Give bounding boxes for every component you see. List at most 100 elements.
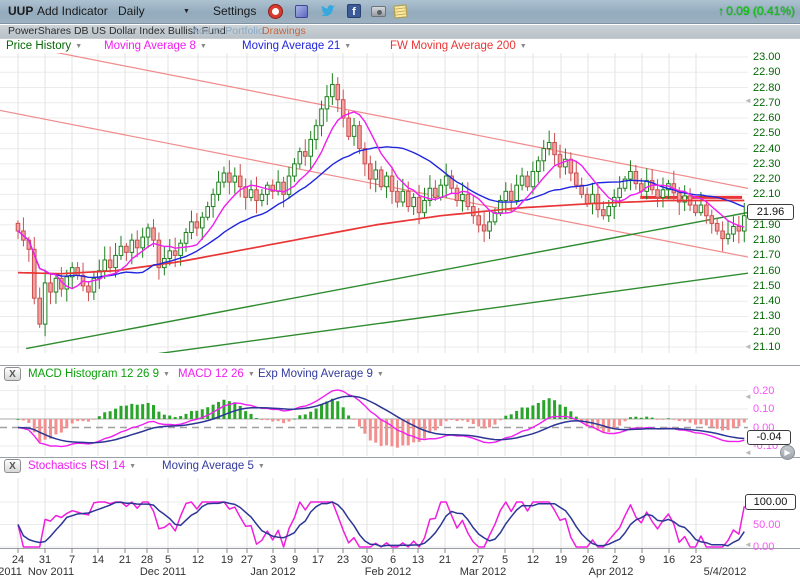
chevron-down-icon: ▼: [377, 371, 384, 378]
price-axis-tick: 22.10: [753, 188, 781, 200]
macd-panel-header: X MACD Histogram 12 26 9▼ MACD 12 26▼ Ex…: [0, 367, 748, 384]
macd-histogram: [17, 398, 746, 447]
close-stoch-panel-button[interactable]: X: [4, 459, 21, 473]
change-value: 0.09 (0.41%): [726, 4, 795, 18]
date-month-tick: Nov 2011: [23, 566, 79, 578]
date-day-tick: 31: [34, 554, 56, 566]
macd-axis-marker-icon[interactable]: ◄: [744, 392, 752, 401]
ma8-dropdown[interactable]: Moving Average 8▼: [104, 40, 207, 52]
main-axis-marker-icon[interactable]: ◄: [744, 342, 752, 351]
timeframe-dropdown[interactable]: Daily: [118, 4, 145, 18]
price-axis-tick: 22.90: [753, 66, 781, 78]
price-axis-tick: 21.40: [753, 295, 781, 307]
date-day-tick: 13: [407, 554, 429, 566]
date-day-tick: 12: [522, 554, 544, 566]
price-axis-tick: 22.30: [753, 158, 781, 170]
stoch-rsi-dropdown[interactable]: Stochastics RSI 14▼: [28, 460, 136, 472]
chevron-down-icon: ▼: [163, 371, 170, 378]
stoch-panel-header: X Stochastics RSI 14▼ Moving Average 5▼: [0, 459, 748, 477]
drawings-menu[interactable]: Drawings: [262, 25, 306, 37]
macd-ema-dropdown[interactable]: Exp Moving Average 9▼: [258, 368, 384, 380]
date-month-tick: Feb 2012: [360, 566, 416, 578]
close-macd-panel-button[interactable]: X: [4, 367, 21, 381]
main-toolbar: UUP Add Indicator Daily ▼ Settings f ↑0.…: [0, 0, 800, 24]
price-axis-tick: 21.80: [753, 234, 781, 246]
settings-button[interactable]: Settings: [213, 4, 256, 18]
date-day-tick: 21: [114, 554, 136, 566]
date-day-tick: 27: [236, 554, 258, 566]
camera-lens: [377, 10, 382, 15]
current-stoch-box: 100.00: [745, 494, 796, 510]
date-day-tick: 6: [382, 554, 404, 566]
date-day-tick: 17: [307, 554, 329, 566]
price-axis-tick: 22.50: [753, 127, 781, 139]
sticky-note-icon[interactable]: [393, 4, 407, 18]
date-day-tick: 2: [604, 554, 626, 566]
date-month-tick: Dec 2011: [135, 566, 191, 578]
chevron-down-icon[interactable]: ▼: [183, 8, 190, 15]
chevron-down-icon: ▼: [344, 43, 351, 50]
price-change-readout: ↑0.09 (0.41%): [718, 4, 795, 18]
camera-icon[interactable]: [371, 6, 386, 17]
date-month-tick: Mar 2012: [455, 566, 511, 578]
price-axis-tick: 22.40: [753, 143, 781, 155]
price-axis-tick: 21.20: [753, 326, 781, 338]
date-day-tick: 9: [631, 554, 653, 566]
date-day-tick: 24: [7, 554, 29, 566]
macd-axis-tick: 0.10: [753, 403, 774, 415]
date-day-tick: 5: [494, 554, 516, 566]
macd-line-dropdown[interactable]: MACD 12 26▼: [178, 368, 255, 380]
date-month-tick: Jan 2012: [245, 566, 301, 578]
date-day-tick: 3: [262, 554, 284, 566]
date-day-tick: 23: [332, 554, 354, 566]
date-month-tick: 5/4/2012: [697, 566, 753, 578]
trendline-upper-rising-channel: [26, 211, 755, 348]
ma200-dropdown[interactable]: FW Moving Average 200▼: [390, 40, 527, 52]
twitter-icon[interactable]: [321, 5, 336, 20]
price-axis-tick: 21.10: [753, 341, 781, 353]
stock-charting-app: UUP Add Indicator Daily ▼ Settings f ↑0.…: [0, 0, 800, 580]
add-to-portfolio-link[interactable]: Add to Portfolio: [192, 25, 264, 37]
up-arrow-icon: ↑: [718, 4, 724, 18]
main-axis-marker-icon[interactable]: ◄: [744, 96, 752, 105]
date-day-tick: 30: [356, 554, 378, 566]
price-history-dropdown[interactable]: Price History▼: [6, 40, 82, 52]
chevron-down-icon: ▼: [200, 43, 207, 50]
scroll-right-button[interactable]: ▶: [780, 445, 795, 460]
price-axis-tick: 21.60: [753, 265, 781, 277]
facebook-icon[interactable]: f: [347, 4, 361, 18]
price-axis-tick: 23.00: [753, 51, 781, 63]
macd-axis-marker-icon[interactable]: ◄: [744, 448, 752, 457]
macd-histogram-dropdown[interactable]: MACD Histogram 12 26 9▼: [28, 368, 170, 380]
date-day-tick: 19: [216, 554, 238, 566]
date-day-tick: 19: [550, 554, 572, 566]
stoch-ma-dropdown[interactable]: Moving Average 5▼: [162, 460, 265, 472]
alarm-face: [272, 8, 279, 15]
stoch-axis-marker-icon[interactable]: ◄: [744, 540, 752, 549]
ma21-dropdown[interactable]: Moving Average 21▼: [242, 40, 351, 52]
stoch-axis-tick: 50.00: [753, 519, 781, 531]
date-day-tick: 12: [187, 554, 209, 566]
date-day-tick: 26: [577, 554, 599, 566]
date-day-tick: 27: [467, 554, 489, 566]
price-axis-tick: 22.60: [753, 112, 781, 124]
date-month-tick: Apr 2012: [583, 566, 639, 578]
symbol-ticker[interactable]: UUP: [8, 4, 33, 18]
date-day-tick: 14: [87, 554, 109, 566]
date-day-tick: 9: [284, 554, 306, 566]
price-axis-tick: 22.20: [753, 173, 781, 185]
price-axis-tick: 22.70: [753, 97, 781, 109]
symbol-info-bar: PowerShares DB US Dollar Index Bullish F…: [0, 25, 800, 38]
stoch-axis-tick: 0.00: [753, 541, 774, 553]
chevron-down-icon: ▼: [258, 463, 265, 470]
date-day-tick: 28: [136, 554, 158, 566]
trendline-upper-falling-channel: [56, 52, 755, 189]
cube-icon[interactable]: [295, 5, 308, 18]
current-macd-box: -0.04: [747, 430, 791, 445]
date-day-tick: 21: [434, 554, 456, 566]
alarm-clock-icon[interactable]: [268, 4, 283, 19]
add-indicator-button[interactable]: Add Indicator: [37, 4, 108, 18]
date-day-tick: 16: [658, 554, 680, 566]
chart-canvas: [0, 0, 800, 580]
price-axis-tick: 21.90: [753, 219, 781, 231]
